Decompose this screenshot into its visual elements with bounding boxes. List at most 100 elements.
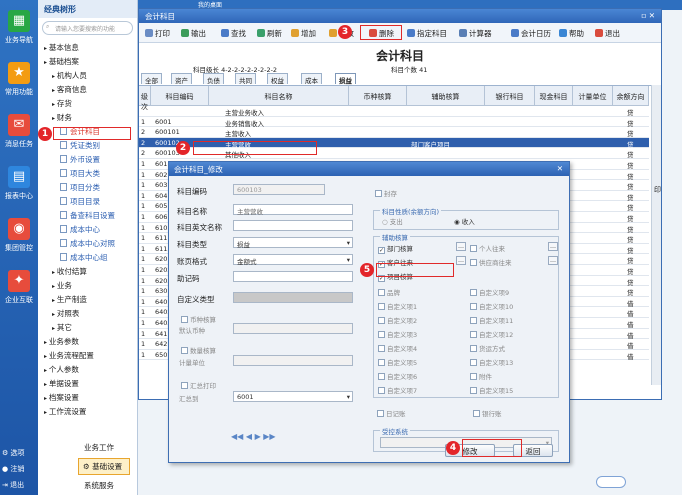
type-select[interactable]: 损益 ▾ <box>233 237 353 249</box>
nav-message-tasks[interactable]: ✉ 消息任务 <box>0 112 38 156</box>
tree-tab-business-work[interactable]: 业务工作 <box>84 442 114 453</box>
code-field[interactable]: 600103 <box>233 184 325 195</box>
tree-item[interactable]: 成本中心组 <box>60 252 108 263</box>
column-header[interactable]: 现金科目 <box>535 86 573 106</box>
name-field[interactable]: 主营营收 <box>233 204 353 216</box>
tree-item[interactable]: 凭证类别 <box>60 140 100 151</box>
nav-report-center[interactable]: ▤ 报表中心 <box>0 164 38 208</box>
column-header[interactable]: 余额方向 <box>613 86 649 106</box>
table-row[interactable]: 2 600101 主营收入 贷 <box>139 127 649 138</box>
toolbar-button[interactable]: 计算器 <box>459 28 492 39</box>
last-record-button[interactable]: ▶▶ <box>263 432 275 441</box>
tree-item[interactable]: ▸ 业务流程配置 <box>44 350 94 361</box>
currency-checkbox[interactable]: 币种核算 <box>181 314 216 324</box>
column-header[interactable]: 级次 <box>139 86 151 111</box>
tree-tab-basic-settings[interactable]: ⚙ 基础设置 <box>78 458 130 475</box>
options-button[interactable]: ⚙ 选项 <box>2 448 25 458</box>
tree-item[interactable]: ▸ 客商信息 <box>52 84 87 95</box>
column-header[interactable]: 计量单位 <box>573 86 613 106</box>
tree-item[interactable]: 项目大类 <box>60 168 100 179</box>
aux-checkbox[interactable]: 自定义项15 <box>470 385 513 395</box>
aux-checkbox[interactable]: 自定义项7 <box>378 385 417 395</box>
aux-checkbox[interactable]: 自定义项12 <box>470 329 513 339</box>
aux-checkbox[interactable]: 自定义项10 <box>470 301 513 311</box>
aux-checkbox[interactable]: 自定义项5 <box>378 357 417 367</box>
tree-item[interactable]: ▸ 对照表 <box>52 308 79 319</box>
close-icon[interactable]: ✕ <box>557 164 563 173</box>
toolbar-button[interactable]: 帮助 <box>559 28 584 39</box>
tree-item[interactable]: 成本中心 <box>60 224 100 235</box>
toolbar-button[interactable]: 增加 <box>291 28 316 39</box>
ellipsis-button[interactable]: … <box>548 256 558 265</box>
first-record-button[interactable]: ◀◀ <box>231 432 243 441</box>
exit-button[interactable]: ⇥ 退出 <box>2 480 24 490</box>
tree-item[interactable]: ▸ 单据设置 <box>44 378 79 389</box>
custom-type-select[interactable] <box>233 292 353 303</box>
tree-item[interactable]: 外币设置 <box>60 154 100 165</box>
summary-to-select[interactable]: 6001 ▾ <box>233 391 353 402</box>
tree-item[interactable]: ▸ 业务 <box>52 280 72 291</box>
ellipsis-button[interactable]: … <box>456 256 466 265</box>
tree-tab-system-services[interactable]: 系统服务 <box>84 480 114 491</box>
aux-checkbox[interactable]: 货运方式 <box>470 343 505 353</box>
tab-subject-type[interactable]: 共同 <box>235 73 256 85</box>
tree-item[interactable]: ▸ 基础档案 <box>44 56 79 67</box>
toolbar-button[interactable]: 会计日历 <box>511 28 551 39</box>
aux-checkbox[interactable]: ✓ 部门核算 <box>378 243 413 254</box>
aux-checkbox[interactable]: 自定义项1 <box>378 301 417 311</box>
tree-item[interactable]: ▸ 机构人员 <box>52 70 87 81</box>
tab-subject-type[interactable]: 负债 <box>203 73 224 85</box>
toolbar-button[interactable]: 指定科目 <box>407 28 447 39</box>
tab-subject-type[interactable]: 损益 <box>335 73 356 85</box>
toolbar-button[interactable]: 退出 <box>595 28 620 39</box>
aux-checkbox[interactable]: 自定义项9 <box>470 287 509 297</box>
aux-checkbox[interactable]: 自定义项4 <box>378 343 417 353</box>
window-controls[interactable]: ▫ ✕ <box>641 11 655 20</box>
tab-subject-type[interactable]: 全部 <box>141 73 162 85</box>
tree-item[interactable]: ▸ 工作流设置 <box>44 406 86 417</box>
ellipsis-button[interactable]: … <box>456 242 466 251</box>
tree-item[interactable]: ▸ 个人参数 <box>44 364 79 375</box>
tree-item[interactable]: ▸ 收付结算 <box>52 266 87 277</box>
quantity-checkbox[interactable]: 数量核算 <box>181 345 216 355</box>
table-row[interactable]: 主营业务收入 贷 <box>139 106 649 117</box>
aux-checkbox[interactable]: 自定义项2 <box>378 315 417 325</box>
column-header[interactable]: 科目编码 <box>151 86 209 106</box>
table-row[interactable]: 1 6001 业务销售收入 贷 <box>139 117 649 128</box>
column-header[interactable]: 银行科目 <box>485 86 535 106</box>
toolbar-button[interactable]: 输出 <box>181 28 206 39</box>
toolbar-button[interactable]: 刷新 <box>257 28 282 39</box>
record-navigation[interactable]: ◀◀ ◀ ▶ ▶▶ <box>231 432 276 441</box>
tree-item[interactable]: ▸ 生产制造 <box>52 294 87 305</box>
ellipsis-button[interactable]: … <box>548 242 558 251</box>
bank-journal-checkbox[interactable]: 银行账 <box>473 408 502 418</box>
currency-select[interactable] <box>233 323 353 334</box>
aux-checkbox[interactable]: 自定义项11 <box>470 315 513 325</box>
mnemonic-field[interactable] <box>233 271 353 282</box>
aux-checkbox[interactable]: 附件 <box>470 371 492 381</box>
tree-item[interactable]: ▸ 基本信息 <box>44 42 79 53</box>
tree-item[interactable]: ▸ 业务参数 <box>44 336 79 347</box>
aux-checkbox[interactable]: 自定义项6 <box>378 371 417 381</box>
column-header[interactable]: 币种核算 <box>349 86 407 106</box>
vertical-scrollbar[interactable] <box>651 85 661 385</box>
journal-checkbox[interactable]: 日记账 <box>377 408 406 418</box>
tree-item[interactable]: ▸ 档案设置 <box>44 392 79 403</box>
nav-common-functions[interactable]: ★ 常用功能 <box>0 60 38 104</box>
en-name-field[interactable] <box>233 220 353 231</box>
aux-checkbox[interactable]: 供应商往来 <box>470 257 512 267</box>
tab-subject-type[interactable]: 权益 <box>267 73 288 85</box>
nature-debit-radio[interactable]: ○ 支出 <box>382 216 403 226</box>
tree-item[interactable]: ▸ 其它 <box>52 322 72 333</box>
aux-checkbox[interactable]: 个人往来 <box>470 243 505 253</box>
logout-button[interactable]: ● 注销 <box>2 464 24 474</box>
nav-enterprise-interconnect[interactable]: ✦ 企业互联 <box>0 268 38 312</box>
nav-business-navigation[interactable]: ▦ 业务导航 <box>0 8 38 52</box>
summary-print-checkbox[interactable]: 汇总打印 <box>181 380 216 390</box>
aux-checkbox[interactable]: 品牌 <box>378 287 400 297</box>
column-header[interactable]: 科目名称 <box>209 86 349 106</box>
aux-checkbox[interactable]: 自定义项13 <box>470 357 513 367</box>
column-header[interactable]: 辅助核算 <box>407 86 485 106</box>
tree-item[interactable]: ▸ 财务 <box>52 112 72 123</box>
tree-item[interactable]: ▸ 存货 <box>52 98 72 109</box>
